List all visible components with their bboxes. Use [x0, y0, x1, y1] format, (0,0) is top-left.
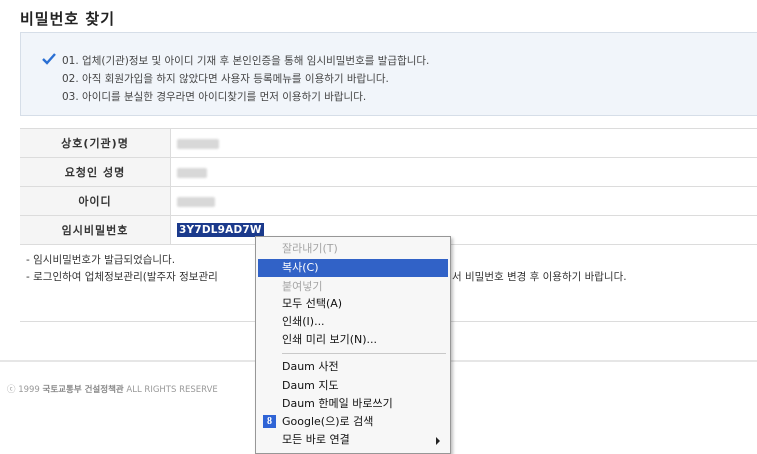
- redacted-value: [177, 196, 215, 207]
- redacted-value: [177, 138, 219, 149]
- company-name-value: [170, 128, 757, 158]
- menu-item-google-search[interactable]: 8 Google(으)로 검색: [258, 413, 448, 431]
- menu-item-label: 모든 바로 연결: [282, 433, 350, 446]
- menu-separator: [282, 353, 446, 354]
- page-title: 비밀번호 찾기: [20, 10, 116, 28]
- requester-name-value: [170, 157, 757, 187]
- footer-rights: ALL RIGHTS RESERVE: [126, 385, 218, 395]
- footer: ⓒ 1999 국토교통부 건설정책관 ALL RIGHTS RESERVE: [7, 383, 218, 395]
- temp-password-text[interactable]: 3Y7DL9AD7W: [177, 223, 264, 237]
- submenu-arrow-icon: [436, 437, 440, 445]
- menu-item-daum-dictionary[interactable]: Daum 사전: [258, 358, 448, 376]
- context-menu: 잘라내기(T) 복사(C) 붙여넣기 모두 선택(A) 인쇄(I)... 인쇄 …: [255, 236, 451, 454]
- menu-item-select-all[interactable]: 모두 선택(A): [258, 295, 448, 313]
- notice-line-3: 03. 아이디를 분실한 경우라면 아이디찾기를 먼저 이용하기 바랍니다.: [62, 91, 367, 103]
- result-line-2-right: 서 비밀번호 변경 후 이용하기 바랍니다.: [452, 271, 627, 283]
- user-id-value: [170, 186, 757, 216]
- table-row: 요청인 성명: [20, 157, 757, 187]
- footer-org: 국토교통부 건설정책관: [42, 385, 124, 395]
- menu-item-label: Google(으)로 검색: [282, 415, 374, 428]
- notice-line-2: 02. 아직 회원가입을 하지 않았다면 사용자 등록메뉴를 이용하기 바랍니다…: [62, 73, 389, 85]
- table-row: 아이디: [20, 186, 757, 216]
- google-icon: 8: [263, 415, 276, 428]
- table-row: 상호(기관)명: [20, 128, 757, 158]
- menu-item-daum-map[interactable]: Daum 지도: [258, 377, 448, 395]
- temp-password-label: 임시비밀번호: [20, 215, 171, 245]
- menu-item-print[interactable]: 인쇄(I)...: [258, 313, 448, 331]
- menu-item-copy[interactable]: 복사(C): [258, 259, 448, 277]
- menu-item-cut[interactable]: 잘라내기(T): [258, 240, 448, 258]
- menu-item-all-shortcuts[interactable]: 모든 바로 연결: [258, 431, 448, 449]
- result-line-1: - 임시비밀번호가 발급되었습니다.: [26, 254, 176, 266]
- company-name-label: 상호(기관)명: [20, 128, 171, 158]
- menu-item-daum-mail[interactable]: Daum 한메일 바로쓰기: [258, 395, 448, 413]
- footer-copyright: ⓒ 1999: [7, 385, 40, 395]
- check-icon: [42, 53, 56, 65]
- form-table: 상호(기관)명 요청인 성명 아이디 임시비밀번호 3Y7DL9AD7W: [20, 128, 757, 245]
- redacted-value: [177, 167, 207, 178]
- user-id-label: 아이디: [20, 186, 171, 216]
- notice-line-1: 01. 업체(기관)정보 및 아이디 기재 후 본인인증을 통해 임시비밀번호를…: [62, 55, 430, 67]
- notice-box: 01. 업체(기관)정보 및 아이디 기재 후 본인인증을 통해 임시비밀번호를…: [20, 32, 757, 116]
- menu-item-print-preview[interactable]: 인쇄 미리 보기(N)...: [258, 331, 448, 349]
- menu-item-paste[interactable]: 붙여넣기: [258, 278, 448, 296]
- requester-name-label: 요청인 성명: [20, 157, 171, 187]
- result-line-2-left: - 로그인하여 업체정보관리(발주자 정보관리: [26, 271, 218, 283]
